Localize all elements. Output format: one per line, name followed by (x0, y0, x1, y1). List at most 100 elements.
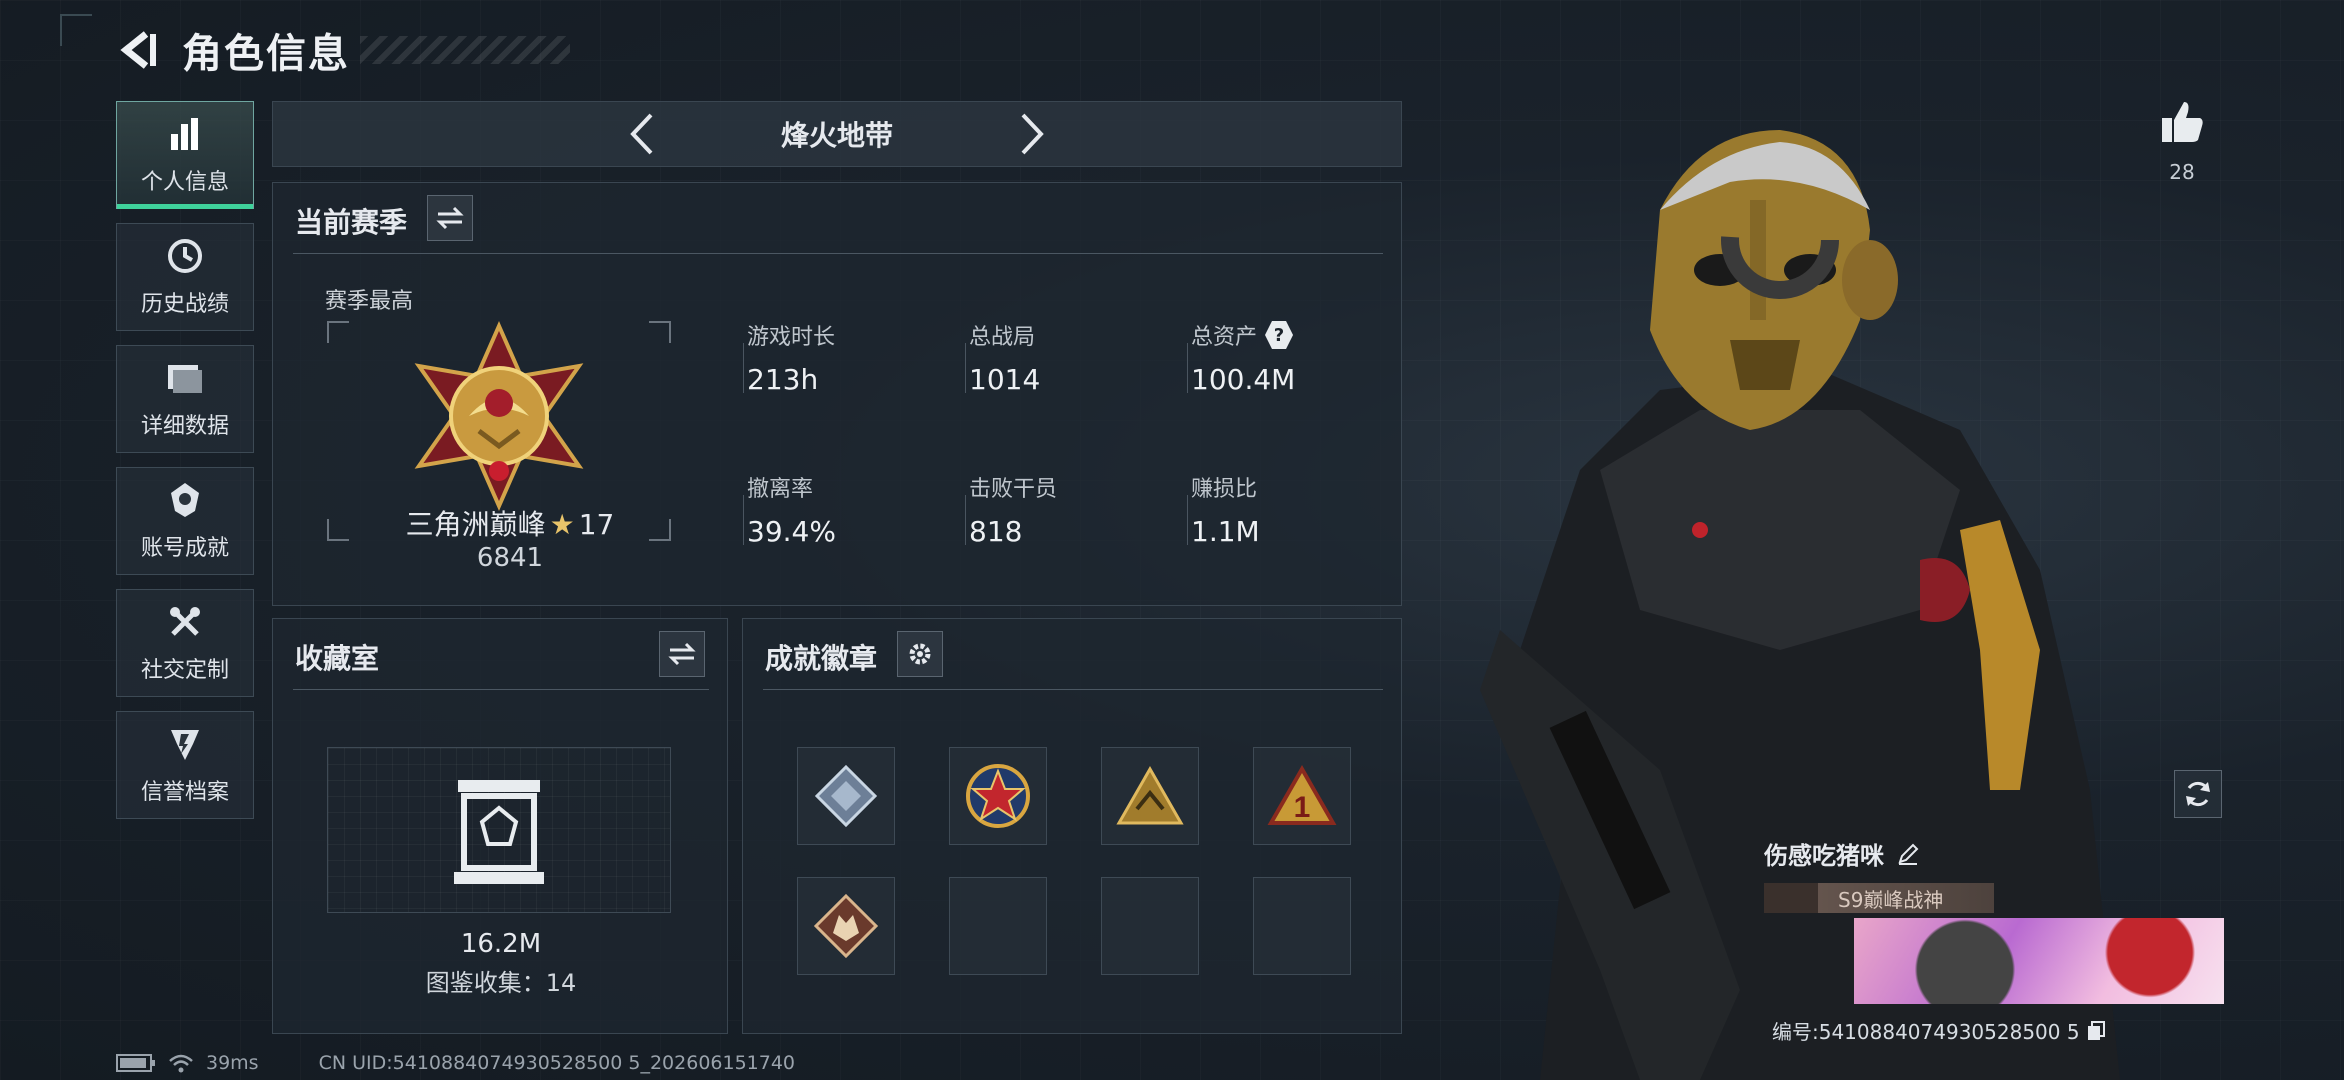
shield-icon (165, 724, 205, 764)
sidebar-item-credit[interactable]: 信誉档案 (116, 711, 254, 819)
player-banner[interactable] (1854, 918, 2224, 1004)
collection-display[interactable] (327, 747, 671, 913)
sidebar-item-history[interactable]: 历史战绩 (116, 223, 254, 331)
stat-separator (1187, 495, 1188, 545)
sidebar: 个人信息 历史战绩 详细数据 账号成就 社交定制 信誉档案 (116, 101, 254, 833)
wifi-icon (168, 1053, 194, 1073)
badges-panel: 成就徽章 1 (742, 618, 1402, 1034)
prev-mode-button[interactable] (617, 109, 667, 159)
sidebar-item-label: 详细数据 (140, 414, 229, 439)
player-uid-row: 编号:5410884074930528500 5 (1772, 1016, 2106, 1045)
svg-text:1: 1 (1294, 791, 1311, 824)
mode-selector: 烽火地带 (272, 101, 1402, 167)
folder-icon (165, 358, 205, 398)
sidebar-item-label: 个人信息 (140, 170, 229, 195)
stat-total-assets: 总资产? 100.4M (1191, 319, 1391, 396)
swap-icon (436, 206, 464, 230)
sidebar-item-label: 信誉档案 (140, 780, 229, 805)
stat-profit-loss: 赚损比 1.1M (1191, 477, 1260, 548)
player-card: 伤感吃猪咪 S9巅峰战神 编号:5410884074930528500 5 (1764, 836, 2224, 1044)
collection-divider (293, 689, 709, 690)
chevron-left-icon (630, 113, 653, 155)
stat-separator (743, 343, 744, 393)
diamond-badge-icon (814, 764, 878, 828)
player-title: S9巅峰战神 (1838, 887, 1944, 912)
star-badge-icon (966, 764, 1030, 828)
rank-score: 6841 (476, 543, 544, 573)
rank-stars: 17 (578, 508, 615, 541)
season-switch-button[interactable] (427, 195, 473, 241)
badge-slot[interactable] (1101, 747, 1199, 845)
history-icon (165, 236, 205, 276)
collection-value: 16.2M (460, 929, 542, 959)
stat-separator (743, 495, 744, 545)
stat-separator (965, 343, 966, 393)
ping: 39ms (206, 1052, 259, 1074)
battery-icon (116, 1054, 156, 1072)
badge-slot-empty[interactable] (1101, 877, 1199, 975)
current-season-panel: 当前赛季 赛季最高 三角洲巅峰 ★ 17 6841 游戏时长 213h 总战局 10… (272, 182, 1402, 606)
collection-count: 图鉴收集：14 (425, 969, 577, 997)
copy-uid-button[interactable] (2086, 1020, 2106, 1042)
gear-icon (909, 643, 931, 665)
collection-switch-button[interactable] (659, 631, 705, 677)
stat-play-time: 游戏时长 213h (747, 325, 836, 396)
pencil-icon (1898, 843, 1919, 865)
badge-slot[interactable]: 1 (1253, 747, 1351, 845)
stat-operators-defeated: 击败干员 818 (969, 477, 1058, 548)
badge-slot-empty[interactable] (1253, 877, 1351, 975)
next-mode-button[interactable] (1007, 109, 1057, 159)
tools-icon (165, 602, 205, 642)
badges-title: 成就徽章 (765, 642, 878, 675)
header: 角色信息 (110, 20, 570, 80)
help-icon[interactable]: ? (1265, 321, 1294, 349)
bar-chart-icon (165, 114, 205, 154)
swap-icon (668, 642, 696, 666)
stat-separator (1187, 343, 1188, 393)
season-divider (293, 253, 1383, 254)
copy-icon (2087, 1020, 2105, 1040)
sidebar-item-achievements[interactable]: 账号成就 (116, 467, 254, 575)
rank-emblem-icon (414, 321, 584, 511)
sidebar-item-label: 历史战绩 (140, 292, 229, 317)
season-title: 当前赛季 (295, 206, 408, 239)
badges-divider (763, 689, 1383, 690)
badges-settings-button[interactable] (897, 631, 943, 677)
edit-name-button[interactable] (1896, 842, 1920, 866)
number-one-badge-icon: 1 (1267, 764, 1337, 825)
title-decoration (360, 36, 570, 64)
status-uid: CN UID:5410884074930528500 5_20260615174… (318, 1052, 796, 1074)
refresh-icon (2186, 781, 2210, 807)
pyramid-badge-icon (1116, 765, 1184, 825)
title-emblem-icon (1764, 883, 1818, 913)
rotate-view-button[interactable] (2174, 770, 2222, 818)
sidebar-item-personal-info[interactable]: 个人信息 (116, 101, 254, 209)
mode-title: 烽火地带 (780, 119, 893, 152)
season-best-label: 赛季最高 (325, 289, 414, 314)
collection-panel: 收藏室 16.2M 图鉴收集：14 (272, 618, 728, 1034)
status-bar: 39ms CN UID:5410884074930528500 5_202606… (116, 1052, 807, 1074)
corner-decoration (60, 14, 92, 46)
player-name: 伤感吃猪咪 (1764, 842, 1884, 870)
stat-total-matches: 总战局 1014 (969, 325, 1041, 396)
back-arrow-icon (120, 31, 156, 69)
player-title-badge: S9巅峰战神 (1764, 883, 1994, 913)
sidebar-item-detailed-data[interactable]: 详细数据 (116, 345, 254, 453)
sidebar-item-label: 账号成就 (140, 536, 229, 561)
thumbs-up-icon (2162, 102, 2203, 142)
badge-slot[interactable] (949, 747, 1047, 845)
sidebar-item-social[interactable]: 社交定制 (116, 589, 254, 697)
badge-slot[interactable] (797, 877, 895, 975)
achievement-icon (165, 480, 205, 520)
stat-extraction-rate: 撤离率 39.4% (747, 477, 836, 548)
badge-slot[interactable] (797, 747, 895, 845)
back-button[interactable] (110, 22, 166, 78)
stat-separator (965, 495, 966, 545)
wolf-badge-icon (813, 893, 879, 959)
collection-title: 收藏室 (295, 642, 380, 675)
like-button[interactable] (2152, 92, 2212, 152)
player-uid: 编号:5410884074930528500 5 (1772, 1020, 2080, 1044)
like-count: 28 (2169, 160, 2195, 184)
badge-slot-empty[interactable] (949, 877, 1047, 975)
sidebar-item-label: 社交定制 (140, 658, 229, 683)
